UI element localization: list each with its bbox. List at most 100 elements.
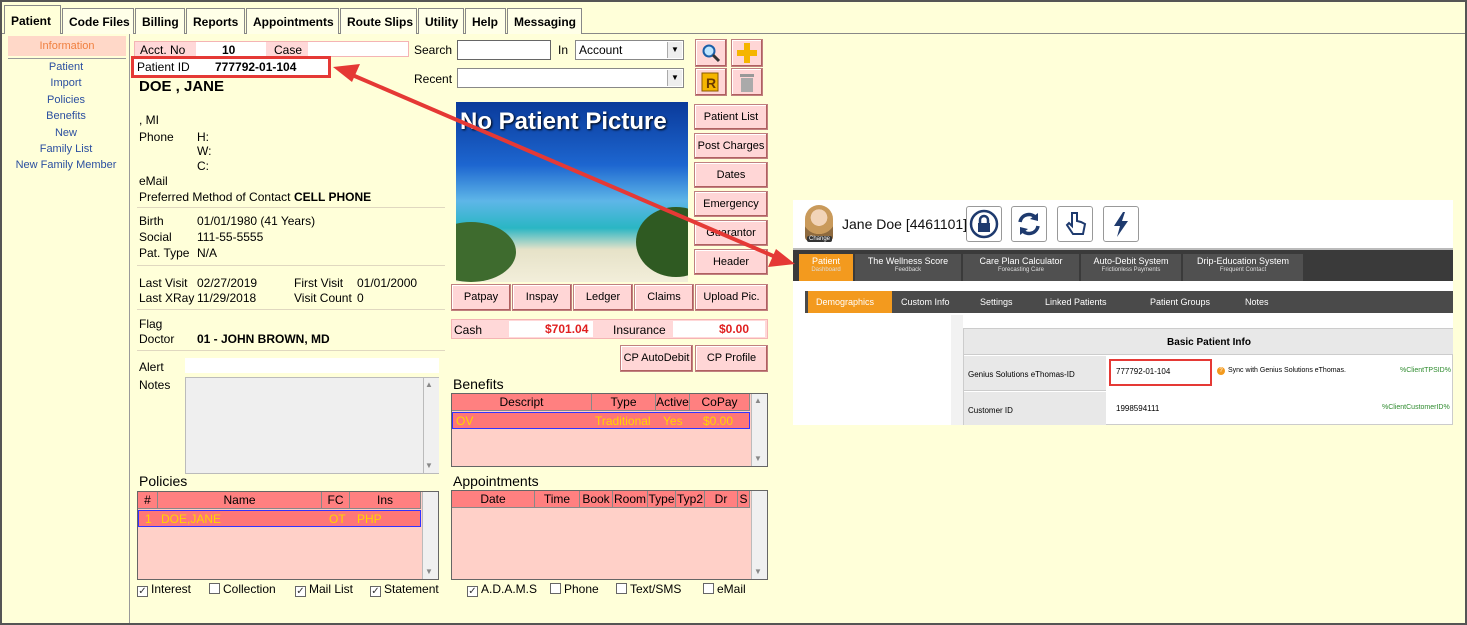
text-sms-checkbox[interactable]: Text/SMS xyxy=(616,582,681,596)
notes-scrollbar[interactable] xyxy=(423,378,439,473)
guarantor-button[interactable]: Guarantor xyxy=(694,220,768,246)
appointments-header[interactable]: Time xyxy=(535,491,580,508)
chevron-down-icon: ▼ xyxy=(667,70,682,86)
search-input[interactable] xyxy=(457,40,551,60)
ledger-button[interactable]: Ledger xyxy=(573,284,633,311)
scroll-down-icon[interactable]: ▼ xyxy=(425,567,433,576)
email-checkbox[interactable]: eMail xyxy=(703,582,746,596)
sidebar-item-patient[interactable]: Patient xyxy=(2,61,130,73)
recall-button[interactable]: R xyxy=(695,68,727,96)
checkbox-box xyxy=(550,583,561,594)
appointments-scrollbar[interactable] xyxy=(751,491,767,579)
tab-billing[interactable]: Billing xyxy=(135,8,185,34)
policies-header[interactable]: Ins xyxy=(350,492,421,509)
avatar-change-caption[interactable]: Change xyxy=(807,236,833,242)
case-field[interactable] xyxy=(308,42,408,56)
subtab-notes[interactable]: Notes xyxy=(1245,291,1269,313)
delete-button[interactable] xyxy=(731,68,763,96)
post-charges-button[interactable]: Post Charges xyxy=(694,133,768,159)
benefit-row[interactable]: OV Traditional Yes $0.00 xyxy=(452,412,750,429)
tab-messaging[interactable]: Messaging xyxy=(507,8,582,34)
collection-checkbox[interactable]: Collection xyxy=(209,582,276,596)
last-xray-value: 11/29/2018 xyxy=(197,291,257,305)
touch-button[interactable] xyxy=(1057,206,1093,242)
interest-checkbox[interactable]: ✓ Interest xyxy=(137,582,191,597)
subtab-patient-groups[interactable]: Patient Groups xyxy=(1150,291,1210,313)
notes-textarea[interactable] xyxy=(185,377,439,474)
scroll-up-icon[interactable]: ▲ xyxy=(754,396,762,405)
appointments-header[interactable]: Typ2 xyxy=(676,491,705,508)
sidebar-item-import[interactable]: Import xyxy=(2,77,130,89)
inspay-button[interactable]: Inspay xyxy=(512,284,572,311)
benefits-header[interactable]: Descript xyxy=(452,394,592,411)
cp-profile-button[interactable]: CP Profile xyxy=(695,345,768,372)
benefits-header[interactable]: Type xyxy=(592,394,656,411)
sidebar-information-header[interactable]: Information xyxy=(8,36,126,56)
phone-checkbox[interactable]: Phone xyxy=(550,582,599,596)
tab-route-slips[interactable]: Route Slips xyxy=(340,8,417,34)
policy-row[interactable]: 1 DOE,JANE OT PHP xyxy=(138,510,421,527)
tab-reports[interactable]: Reports xyxy=(186,8,245,34)
appointments-header[interactable]: Type xyxy=(648,491,676,508)
dates-button[interactable]: Dates xyxy=(694,162,768,188)
panel-gutter xyxy=(951,315,963,425)
lock-button[interactable] xyxy=(966,206,1002,242)
subtab-custom-info[interactable]: Custom Info xyxy=(901,291,950,313)
sidebar-item-new-family-member[interactable]: New Family Member xyxy=(2,159,130,171)
policies-header[interactable]: FC xyxy=(322,492,350,509)
policies-header[interactable]: # xyxy=(138,492,158,509)
scroll-down-icon[interactable]: ▼ xyxy=(425,461,433,470)
patient-list-button[interactable]: Patient List xyxy=(694,104,768,130)
subtab-demographics[interactable]: Demographics xyxy=(808,291,892,313)
add-patient-button[interactable] xyxy=(731,39,763,67)
scroll-down-icon[interactable]: ▼ xyxy=(754,454,762,463)
appointments-header[interactable]: Date xyxy=(452,491,535,508)
patient-picture[interactable]: No Patient Picture xyxy=(456,102,688,282)
nav-patient[interactable]: Patient Dashboard xyxy=(799,254,853,281)
upload-pic-button[interactable]: Upload Pic. xyxy=(695,284,768,311)
appointments-header[interactable]: Book xyxy=(580,491,613,508)
policies-header[interactable]: Name xyxy=(158,492,322,509)
tab-patient[interactable]: Patient xyxy=(4,5,61,35)
ethomas-id-label: Genius Solutions eThomas-ID xyxy=(964,356,1106,391)
sidebar-item-benefits[interactable]: Benefits xyxy=(2,110,130,122)
sidebar-item-new[interactable]: New xyxy=(2,127,130,139)
cp-autodebit-button[interactable]: CP AutoDebit xyxy=(620,345,693,372)
tab-code-files[interactable]: Code Files xyxy=(62,8,134,34)
recent-select[interactable]: ▼ xyxy=(457,68,684,88)
appointments-header[interactable]: S xyxy=(738,491,750,508)
statement-checkbox[interactable]: ✓ Statement xyxy=(370,582,439,597)
claims-button[interactable]: Claims xyxy=(634,284,694,311)
subtab-linked-patients[interactable]: Linked Patients xyxy=(1045,291,1107,313)
patpay-button[interactable]: Patpay xyxy=(451,284,511,311)
header-button[interactable]: Header xyxy=(694,249,768,275)
sidebar-item-policies[interactable]: Policies xyxy=(2,94,130,106)
mail-list-checkbox[interactable]: ✓ Mail List xyxy=(295,582,353,597)
scroll-up-icon[interactable]: ▲ xyxy=(425,380,433,389)
appointments-header[interactable]: Room xyxy=(613,491,648,508)
nav-drip-education[interactable]: Drip-Education System Frequent Contact xyxy=(1183,254,1303,281)
benefits-header[interactable]: Active xyxy=(656,394,690,411)
nav-care-plan[interactable]: Care Plan Calculator Forecasting Care xyxy=(963,254,1079,281)
sidebar-item-family-list[interactable]: Family List xyxy=(2,143,130,155)
tab-help[interactable]: Help xyxy=(465,8,506,34)
question-icon[interactable]: ? xyxy=(1217,367,1225,375)
benefits-header[interactable]: CoPay xyxy=(690,394,750,411)
tab-utility[interactable]: Utility xyxy=(418,8,464,34)
web-patient-name: Jane Doe [4461101] xyxy=(842,216,968,232)
social-label: Social xyxy=(139,230,172,244)
appointments-header[interactable]: Dr xyxy=(705,491,738,508)
scroll-down-icon[interactable]: ▼ xyxy=(754,567,762,576)
nav-auto-debit[interactable]: Auto-Debit System Frictionless Payments xyxy=(1081,254,1181,281)
search-in-select[interactable]: Account ▼ xyxy=(575,40,684,60)
nav-wellness-score[interactable]: The Wellness Score Feedback xyxy=(855,254,961,281)
emergency-button[interactable]: Emergency xyxy=(694,191,768,217)
subtab-settings[interactable]: Settings xyxy=(980,291,1013,313)
lightning-button[interactable] xyxy=(1103,206,1139,242)
sync-button[interactable] xyxy=(1011,206,1047,242)
policies-scrollbar[interactable] xyxy=(422,492,438,579)
adams-checkbox[interactable]: ✓ A.D.A.M.S xyxy=(467,582,537,597)
tab-appointments[interactable]: Appointments xyxy=(246,8,339,34)
search-button[interactable] xyxy=(695,39,727,67)
alert-field[interactable] xyxy=(185,358,439,373)
